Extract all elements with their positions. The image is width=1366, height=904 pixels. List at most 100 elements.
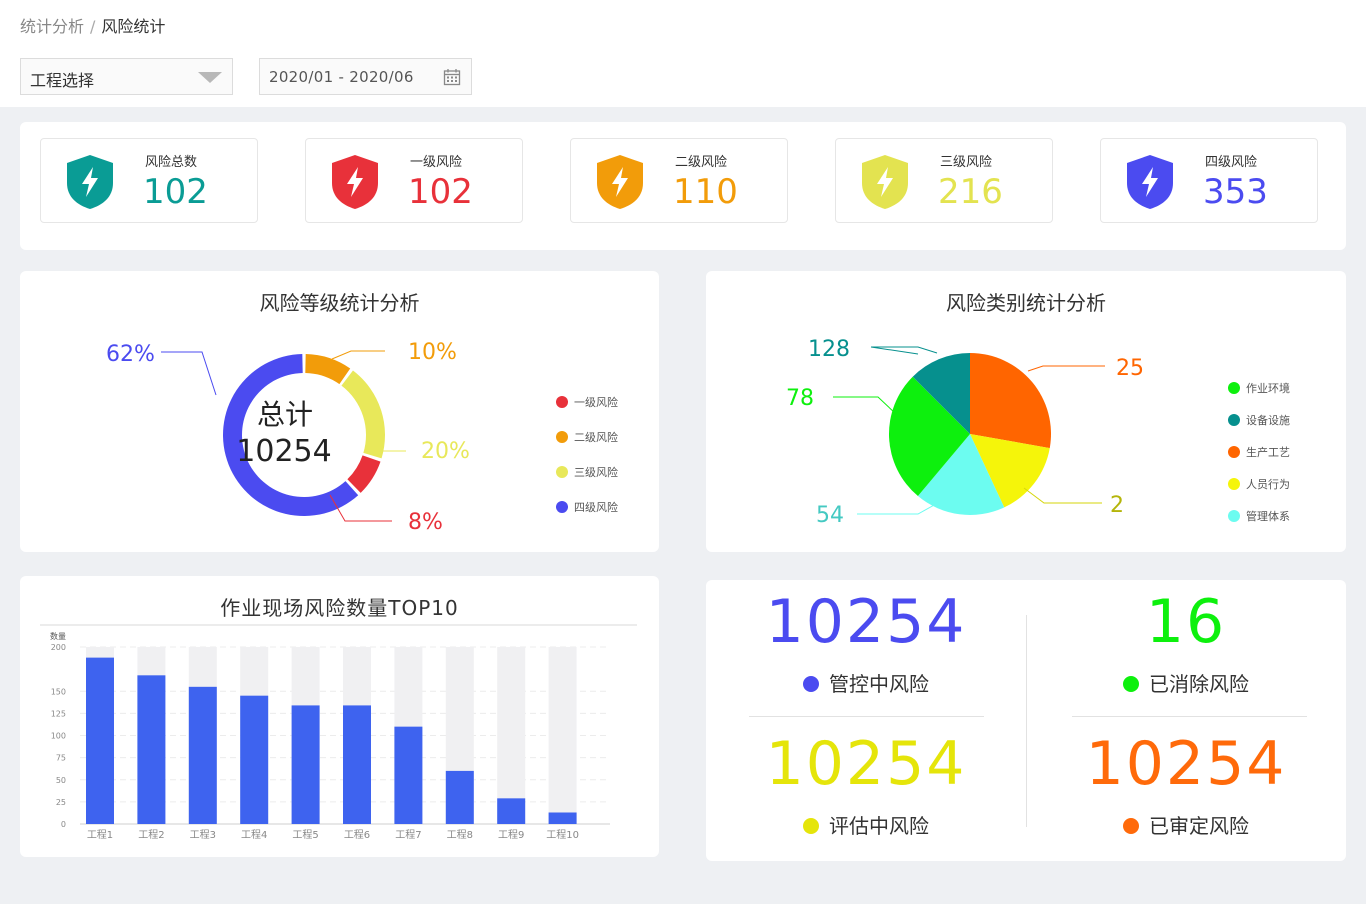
stat-level3-risk[interactable]: 三级风险 216 bbox=[835, 138, 1053, 223]
status-eliminated[interactable]: 16 已消除风险 bbox=[1066, 590, 1306, 697]
shield-bolt-icon bbox=[67, 155, 113, 209]
y-tick-label: 100 bbox=[51, 732, 66, 741]
status-count: 10254 bbox=[1085, 729, 1287, 799]
legend-dot bbox=[556, 431, 568, 443]
bar[interactable] bbox=[548, 812, 577, 824]
status-label: 已审定风险 bbox=[1149, 814, 1249, 838]
breadcrumb-parent[interactable]: 统计分析 bbox=[20, 17, 84, 36]
stat-level4-risk[interactable]: 四级风险 353 bbox=[1100, 138, 1318, 223]
status-label-row: 管控中风险 bbox=[746, 668, 986, 697]
x-tick-label: 工程10 bbox=[546, 829, 579, 841]
breadcrumb: 统计分析 / 风险统计 bbox=[20, 13, 165, 37]
legend-level2[interactable]: 二级风险 bbox=[556, 429, 618, 445]
bar[interactable] bbox=[497, 798, 526, 824]
status-dot bbox=[803, 818, 819, 834]
bar[interactable] bbox=[86, 657, 114, 824]
top-bar: 统计分析 / 风险统计 工程选择 2020/01 - 2020/06 bbox=[0, 0, 1366, 107]
bar-background bbox=[548, 647, 577, 824]
pie-label-process: 25 bbox=[1116, 356, 1144, 381]
donut-center-label: 总计 bbox=[257, 398, 313, 431]
y-axis-label: 数量 bbox=[50, 631, 66, 641]
pie-leader-line bbox=[870, 346, 919, 355]
legend-level1[interactable]: 一级风险 bbox=[556, 394, 618, 410]
bar-background bbox=[497, 647, 526, 824]
legend-label: 设备设施 bbox=[1246, 414, 1290, 427]
stat-total-risk[interactable]: 风险总数 102 bbox=[40, 138, 258, 223]
status-dot bbox=[803, 676, 819, 692]
bar[interactable] bbox=[291, 705, 320, 824]
y-tick-label: 25 bbox=[56, 798, 66, 807]
pie-leader-line bbox=[1023, 487, 1102, 504]
status-approved[interactable]: 10254 已审定风险 bbox=[1066, 732, 1306, 839]
legend-process[interactable]: 生产工艺 bbox=[1228, 444, 1290, 460]
x-tick-label: 工程2 bbox=[138, 829, 164, 841]
legend-management[interactable]: 管理体系 bbox=[1228, 508, 1290, 524]
donut-center-value: 10254 bbox=[236, 434, 331, 469]
level-chart-card: 风险等级统计分析 总计 10254 62% 10% 20% 8% 一级风险 二级… bbox=[20, 271, 659, 552]
status-label-row: 评估中风险 bbox=[746, 810, 986, 839]
status-label-row: 已审定风险 bbox=[1066, 810, 1306, 839]
stat-label: 三级风险 bbox=[940, 155, 993, 170]
donut-leader-level2 bbox=[331, 350, 385, 360]
stat-value: 353 bbox=[1203, 172, 1268, 212]
legend-label: 二级风险 bbox=[574, 431, 618, 444]
pie-label-equipment: 128 bbox=[808, 337, 850, 362]
x-tick-label: 工程1 bbox=[87, 829, 113, 841]
stat-value: 102 bbox=[408, 172, 473, 212]
stat-label: 四级风险 bbox=[1205, 155, 1258, 170]
horizontal-divider-right bbox=[1072, 716, 1307, 717]
legend-dot bbox=[556, 466, 568, 478]
project-select[interactable]: 工程选择 bbox=[20, 58, 233, 95]
vertical-divider bbox=[1026, 615, 1027, 827]
donut-slice-level2[interactable] bbox=[305, 354, 351, 385]
legend-label: 一级风险 bbox=[574, 396, 618, 409]
bar[interactable] bbox=[137, 675, 166, 824]
donut-leader-level4 bbox=[161, 351, 217, 396]
legend-dot bbox=[556, 501, 568, 513]
legend-level4[interactable]: 四级风险 bbox=[556, 499, 618, 515]
x-tick-label: 工程4 bbox=[241, 829, 267, 841]
stat-value: 216 bbox=[938, 172, 1003, 212]
legend-label: 管理体系 bbox=[1246, 510, 1290, 523]
status-assessing[interactable]: 10254 评估中风险 bbox=[746, 732, 986, 839]
bar[interactable] bbox=[240, 695, 269, 824]
legend-behavior[interactable]: 人员行为 bbox=[1228, 476, 1290, 492]
stat-level1-risk[interactable]: 一级风险 102 bbox=[305, 138, 523, 223]
donut-slice-level3[interactable] bbox=[341, 370, 385, 459]
calendar-icon bbox=[443, 69, 461, 86]
legend-level3[interactable]: 三级风险 bbox=[556, 464, 618, 480]
shield-bolt-icon bbox=[862, 155, 908, 209]
summary-card: 风险总数 102 一级风险 102 二级风险 110 三级风险 216 四级风险… bbox=[20, 122, 1346, 250]
legend-equipment[interactable]: 设备设施 bbox=[1228, 412, 1290, 428]
date-range-value: 2020/01 - 2020/06 bbox=[269, 68, 414, 86]
donut-label-level3: 20% bbox=[421, 439, 470, 464]
caret-down-icon bbox=[198, 72, 222, 83]
risk-status-card: 10254 管控中风险 16 已消除风险 10254 评估中风险 10254 已… bbox=[706, 580, 1346, 861]
x-tick-label: 工程3 bbox=[190, 829, 216, 841]
pie-label-environment: 78 bbox=[786, 386, 814, 411]
stat-label: 一级风险 bbox=[410, 155, 463, 170]
status-dot bbox=[1123, 676, 1139, 692]
legend-label: 四级风险 bbox=[574, 501, 618, 514]
y-tick-label: 50 bbox=[56, 776, 66, 785]
bar[interactable] bbox=[445, 770, 474, 824]
bar[interactable] bbox=[343, 705, 371, 824]
y-tick-label: 200 bbox=[51, 643, 66, 652]
date-range-picker[interactable]: 2020/01 - 2020/06 bbox=[259, 58, 472, 95]
legend-environment[interactable]: 作业环境 bbox=[1228, 380, 1290, 396]
x-tick-label: 工程7 bbox=[395, 829, 421, 841]
shield-bolt-icon bbox=[1127, 155, 1173, 209]
bar[interactable] bbox=[394, 726, 423, 824]
pie-leader-line bbox=[857, 503, 937, 515]
legend-dot bbox=[1228, 510, 1240, 522]
status-controlling[interactable]: 10254 管控中风险 bbox=[746, 590, 986, 697]
stat-level2-risk[interactable]: 二级风险 110 bbox=[570, 138, 788, 223]
shield-bolt-icon bbox=[332, 155, 378, 209]
pie-leader-line bbox=[1027, 365, 1105, 372]
status-count: 16 bbox=[1145, 587, 1227, 657]
pie-label-behavior: 2 bbox=[1110, 493, 1124, 518]
stat-value: 110 bbox=[673, 172, 738, 212]
bar[interactable] bbox=[188, 686, 217, 824]
donut-slice-level1[interactable] bbox=[347, 455, 381, 493]
stat-value: 102 bbox=[143, 172, 208, 212]
